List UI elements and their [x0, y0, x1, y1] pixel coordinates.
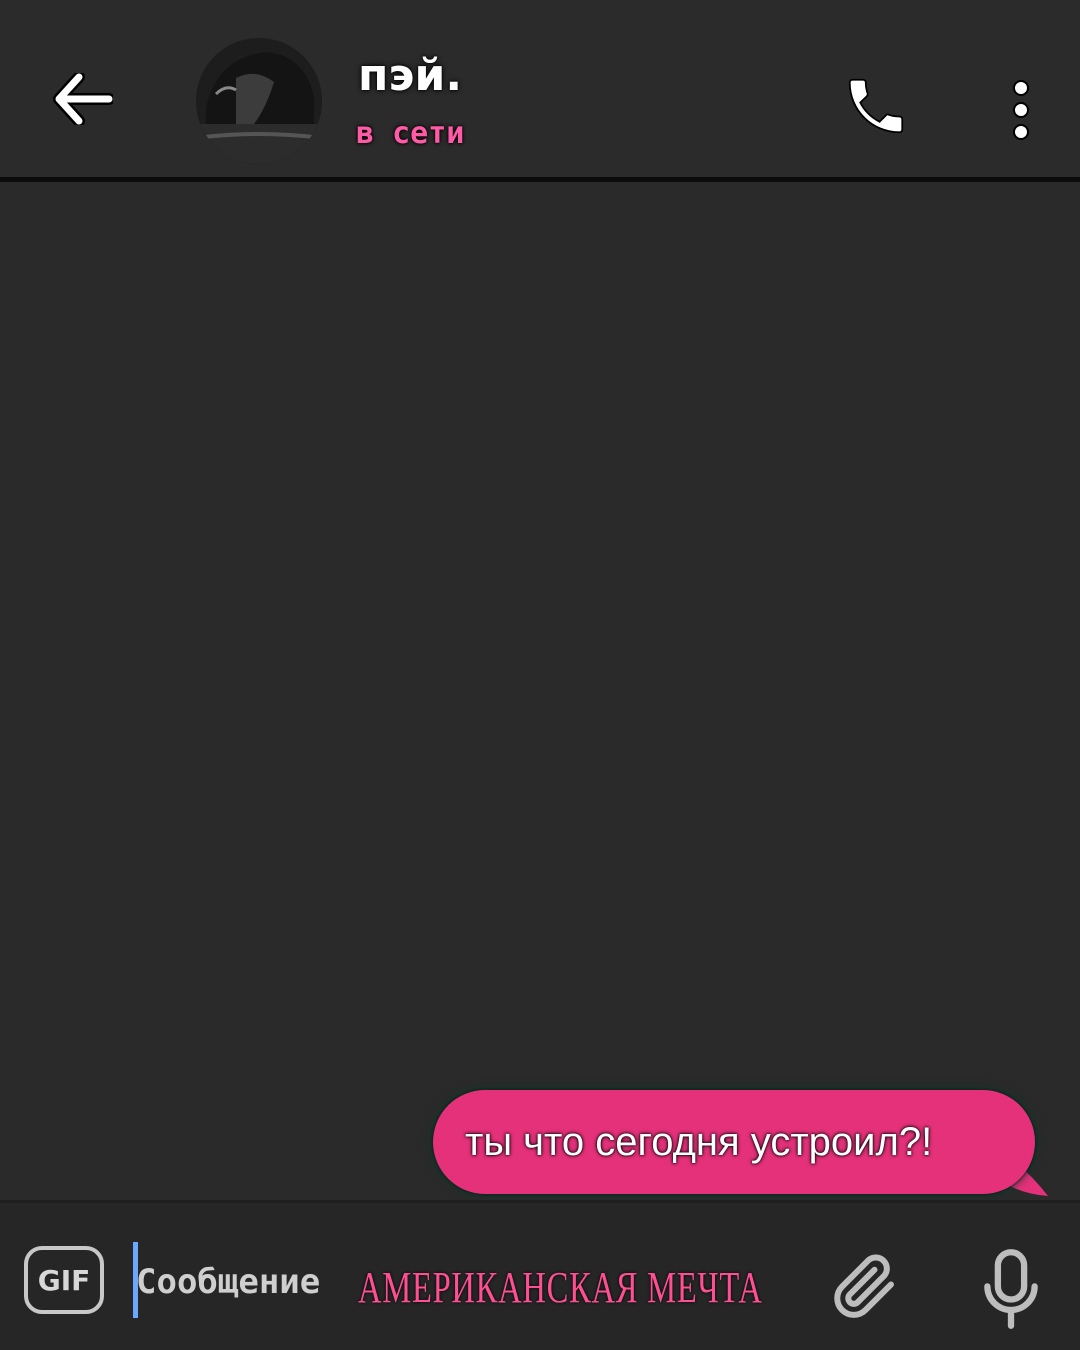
more-vertical-icon — [1013, 80, 1029, 140]
attach-button[interactable] — [826, 1248, 902, 1324]
microphone-icon — [984, 1249, 1038, 1329]
contact-avatar[interactable] — [196, 38, 322, 164]
gif-button[interactable]: GIF — [24, 1246, 104, 1314]
message-list[interactable] — [0, 187, 1080, 1200]
message-input[interactable] — [136, 1252, 376, 1312]
back-button[interactable] — [44, 60, 122, 138]
gif-label: GIF — [37, 1263, 91, 1297]
arrow-left-icon — [53, 73, 113, 125]
avatar-photo — [196, 38, 322, 164]
chat-header — [0, 0, 1080, 182]
more-options-button[interactable] — [996, 70, 1046, 150]
outgoing-message-bubble[interactable]: ты что сегодня устроил?! — [433, 1090, 1035, 1194]
online-status: в сети — [356, 116, 465, 151]
voice-message-button[interactable] — [976, 1246, 1046, 1332]
message-text: ты что сегодня устроил?! — [465, 1119, 933, 1164]
phone-icon — [848, 78, 904, 134]
paperclip-icon — [834, 1254, 894, 1318]
overlay-caption: АМЕРИКАНСКАЯ МЕЧТА — [358, 1263, 763, 1312]
contact-name[interactable]: пэй. — [358, 50, 462, 101]
call-button[interactable] — [836, 66, 916, 146]
